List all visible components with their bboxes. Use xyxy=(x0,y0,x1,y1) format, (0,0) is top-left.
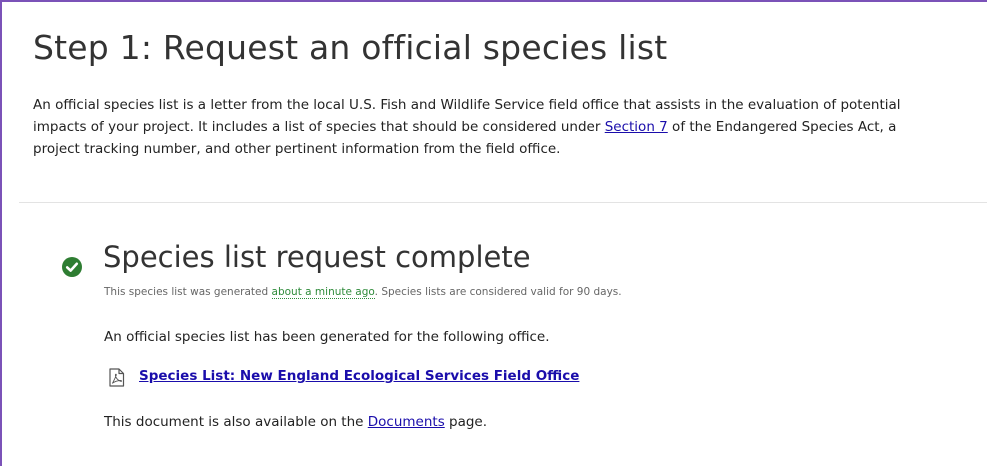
species-list-download-link[interactable]: Species List: New England Ecological Ser… xyxy=(139,368,579,384)
pdf-file-icon xyxy=(109,368,125,387)
validity-note: This species list was generated about a … xyxy=(104,286,622,299)
validity-note-end: . Species lists are considered valid for… xyxy=(374,286,622,298)
documents-note-start: This document is also available on the xyxy=(104,414,368,430)
section-7-link[interactable]: Section 7 xyxy=(605,119,668,135)
status-title: Species list request complete xyxy=(103,240,531,274)
section-divider xyxy=(19,202,987,203)
intro-paragraph: An official species list is a letter fro… xyxy=(33,94,933,160)
page-frame xyxy=(0,0,987,466)
page-title: Step 1: Request an official species list xyxy=(33,28,668,67)
documents-note-end: page. xyxy=(444,414,488,430)
documents-note: This document is also available on the D… xyxy=(104,414,487,430)
validity-note-start: This species list was generated xyxy=(104,286,272,298)
documents-page-link[interactable]: Documents xyxy=(368,414,445,430)
check-circle-icon xyxy=(62,257,82,277)
generated-message: An official species list has been genera… xyxy=(104,329,550,345)
generated-time: about a minute ago xyxy=(271,286,375,299)
